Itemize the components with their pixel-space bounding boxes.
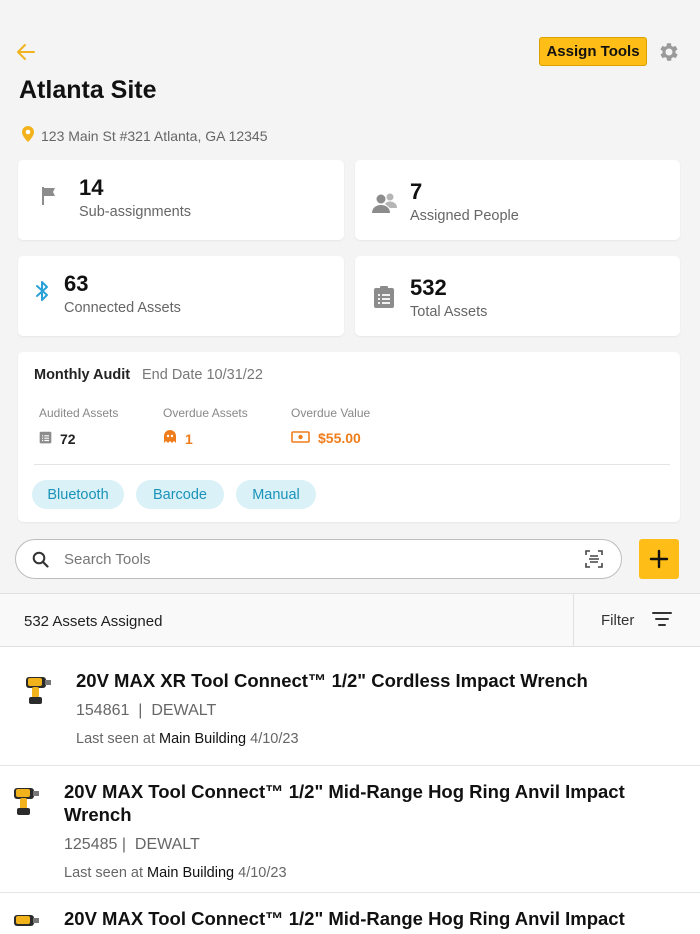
bluetooth-icon — [35, 280, 49, 307]
money-icon — [291, 430, 310, 446]
add-button[interactable] — [639, 539, 679, 579]
tool-name: 20V MAX Tool Connect™ 1/2" Mid-Range Hog… — [64, 908, 625, 929]
impact-wrench-icon — [10, 782, 42, 823]
stat-card-total-assets[interactable]: 532 Total Assets — [355, 256, 680, 336]
metric-overdue-value: $55.00 — [291, 430, 361, 446]
people-icon — [372, 192, 398, 219]
flag-icon — [40, 186, 58, 211]
last-seen-prefix: Last seen at — [64, 865, 143, 881]
list-item[interactable]: 20V MAX Tool Connect™ 1/2" Mid-Range Hog… — [0, 893, 700, 934]
clipboard-icon — [39, 430, 52, 447]
chip-bluetooth[interactable]: Bluetooth — [32, 480, 124, 509]
metric-label: Overdue Value — [291, 406, 371, 420]
stat-label: Sub-assignments — [79, 204, 192, 220]
audit-end-date: End Date 10/31/22 — [142, 367, 263, 383]
search-input[interactable]: Search Tools — [15, 539, 622, 579]
assets-count: 532 Assets Assigned — [24, 613, 163, 630]
impact-wrench-icon — [22, 671, 54, 712]
audit-title: Monthly Audit — [34, 367, 131, 383]
top-bar: Assign Tools — [0, 0, 700, 80]
tool-last-seen: Last seen at Main Building 4/10/23 — [64, 865, 287, 881]
tool-name: 20V MAX XR Tool Connect™ 1/2" Cordless I… — [76, 670, 588, 691]
metric-overdue-assets: 1 — [163, 430, 193, 447]
location-pin-icon — [22, 126, 34, 145]
stat-card-connected-assets[interactable]: 63 Connected Assets — [18, 256, 344, 336]
tool-name-line: 20V MAX Tool Connect™ 1/2" Mid-Range Hog… — [64, 781, 625, 802]
metric-value: 72 — [60, 430, 76, 447]
stat-label: Total Assets — [410, 304, 488, 320]
metric-label: Overdue Assets — [163, 406, 248, 420]
stat-value: 63 — [64, 271, 89, 296]
filter-icon — [652, 611, 672, 632]
stat-card-assigned-people[interactable]: 7 Assigned People — [355, 160, 680, 240]
site-address: 123 Main St #321 Atlanta, GA 12345 — [22, 126, 268, 145]
stat-value: 14 — [79, 175, 104, 200]
address-text: 123 Main St #321 Atlanta, GA 12345 — [41, 127, 268, 144]
divider — [34, 464, 670, 465]
back-arrow-icon[interactable] — [14, 40, 38, 64]
stat-value: 532 — [410, 275, 447, 300]
search-icon — [32, 551, 49, 573]
monthly-audit-card: Monthly Audit End Date 10/31/22 Audited … — [18, 352, 680, 522]
tool-name-line: Wrench — [64, 804, 132, 825]
last-seen-date: 4/10/23 — [238, 865, 287, 881]
metric-audited-assets: 72 — [39, 430, 76, 447]
ghost-icon — [163, 430, 177, 447]
stat-label: Connected Assets — [64, 300, 181, 316]
list-header: 532 Assets Assigned Filter — [0, 593, 700, 647]
metric-value: 1 — [185, 430, 193, 447]
tool-meta: 154861 | DEWALT — [76, 702, 216, 720]
page-title: Atlanta Site — [19, 76, 157, 104]
plus-icon — [649, 549, 669, 569]
barcode-scan-icon[interactable] — [585, 550, 603, 573]
metric-label: Audited Assets — [39, 406, 119, 420]
tool-name: 20V MAX Tool Connect™ 1/2" Mid-Range Hog… — [64, 780, 625, 826]
tool-brand: DEWALT — [134, 836, 200, 853]
last-seen-date: 4/10/23 — [250, 731, 299, 747]
stat-label: Assigned People — [410, 208, 519, 224]
stat-value: 7 — [410, 179, 423, 204]
tool-id: 154861 — [76, 702, 130, 719]
chip-manual[interactable]: Manual — [236, 480, 316, 509]
tool-last-seen: Last seen at Main Building 4/10/23 — [76, 731, 299, 747]
search-placeholder: Search Tools — [64, 551, 151, 568]
separator: | — [121, 836, 126, 853]
last-seen-prefix: Last seen at — [76, 731, 155, 747]
chip-barcode[interactable]: Barcode — [136, 480, 224, 509]
gear-icon[interactable] — [657, 40, 681, 64]
list-item[interactable]: 20V MAX Tool Connect™ 1/2" Mid-Range Hog… — [0, 766, 700, 893]
tool-meta: 125485 | DEWALT — [64, 836, 200, 854]
metric-value: $55.00 — [318, 430, 361, 446]
assign-tools-button[interactable]: Assign Tools — [539, 37, 647, 66]
tool-id: 125485 — [64, 836, 118, 853]
last-seen-location: Main Building — [147, 865, 235, 881]
filter-button[interactable]: Filter — [573, 594, 700, 646]
tool-brand: DEWALT — [151, 702, 217, 719]
last-seen-location: Main Building — [159, 731, 247, 747]
list-item[interactable]: 20V MAX XR Tool Connect™ 1/2" Cordless I… — [0, 647, 700, 766]
separator: | — [138, 702, 143, 719]
clipboard-icon — [373, 285, 395, 314]
filter-label: Filter — [601, 612, 635, 629]
stat-card-sub-assignments[interactable]: 14 Sub-assignments — [18, 160, 344, 240]
impact-wrench-icon — [10, 909, 42, 934]
